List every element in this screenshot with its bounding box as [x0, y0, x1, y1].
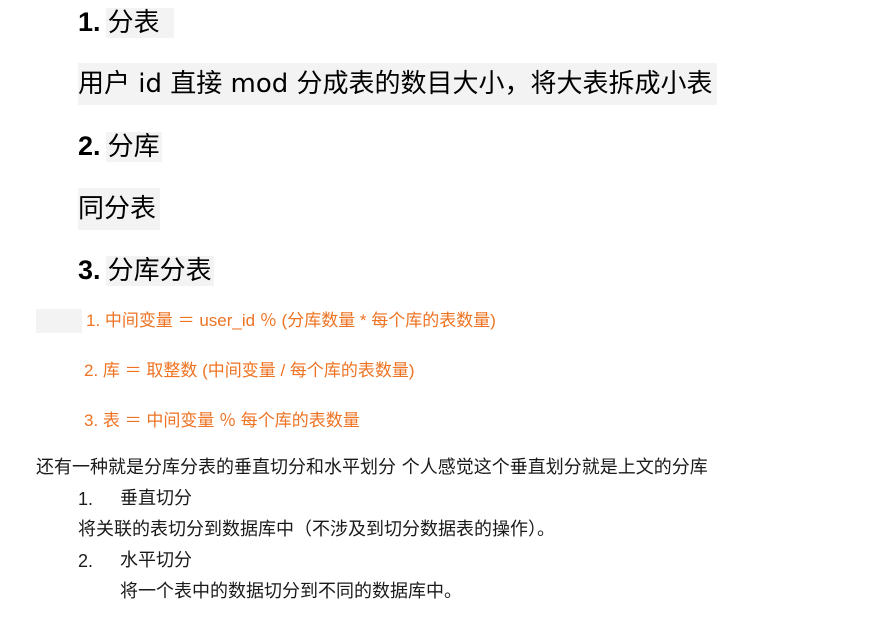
summary-text: 还有一种就是分库分表的垂直切分和水平划分 个人感觉这个垂直划分就是上文的分库 — [36, 457, 708, 478]
list-item-1-description: 将关联的表切分到数据库中（不涉及到切分数据表的操作）。 — [78, 519, 555, 540]
formula-line-1: 1. 中间变量 ＝ user_id ％ (分库数量 * 每个库的表数量) — [86, 311, 496, 330]
heading-2-number: 2. — [78, 131, 101, 161]
paragraph-mod-split: 用户 id 直接 mod 分成表的数目大小，将大表拆成小表 — [78, 63, 717, 105]
code-block-marker — [36, 309, 82, 333]
list-item-1-number: 1. — [78, 489, 94, 509]
list-item-2-description: 将一个表中的数据切分到不同的数据库中。 — [120, 581, 462, 602]
heading-1-text: 分表 — [105, 8, 174, 38]
heading-3-text: 分库分表 — [105, 256, 214, 286]
list-item-1-title: 垂直切分 — [120, 488, 192, 509]
formula-line-2: 2. 库 ＝ 取整数 (中间变量 / 每个库的表数量) — [84, 361, 415, 380]
formula-line-3: 3. 表 ＝ 中间变量 ％ 每个库的表数量 — [84, 411, 360, 430]
heading-1-number: 1. — [78, 7, 101, 37]
list-item-2-title: 水平切分 — [120, 550, 192, 571]
heading-3-number: 3. — [78, 255, 101, 285]
list-item-2-number: 2. — [78, 551, 94, 571]
heading-3: 3. 分库分表 — [78, 252, 214, 288]
heading-1: 1. 分表 — [78, 4, 174, 40]
paragraph-same-as-table: 同分表 — [78, 188, 161, 230]
heading-2-text: 分库 — [105, 132, 162, 162]
heading-2: 2. 分库 — [78, 128, 162, 164]
